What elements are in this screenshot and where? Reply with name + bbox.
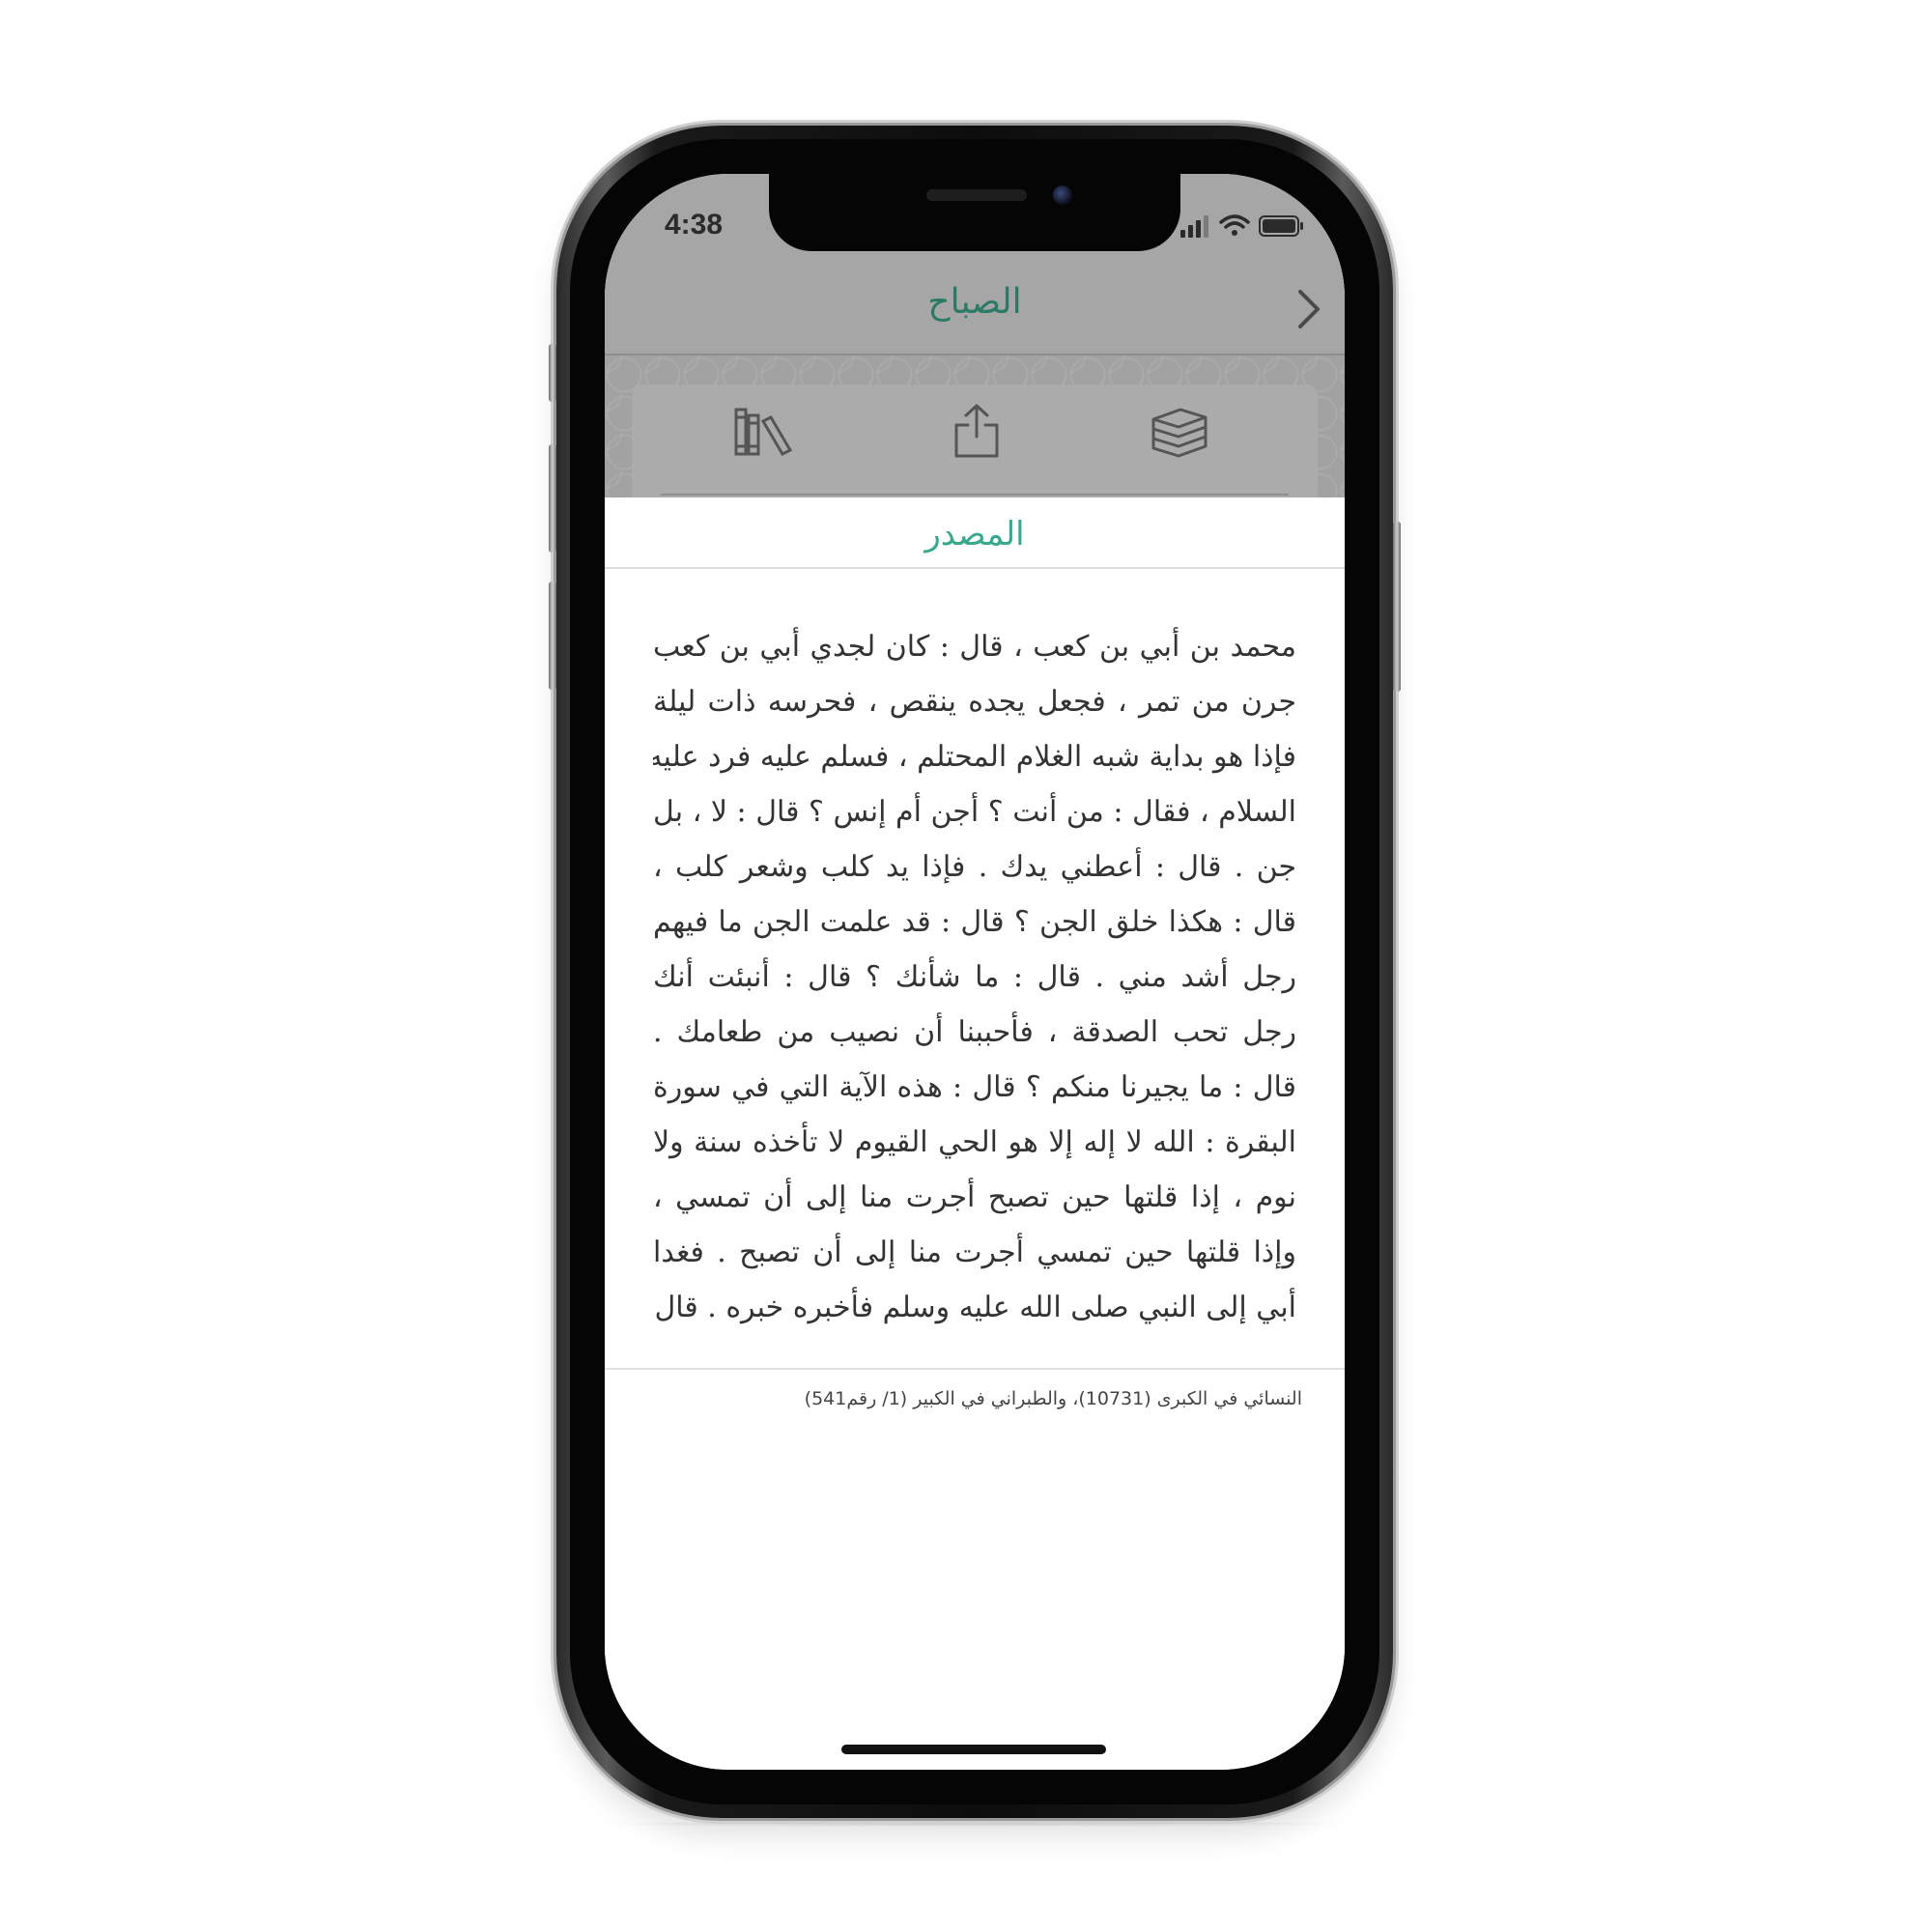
source-sheet: المصدر محمد بن أبي بن كعب ، قال : كان لج… <box>605 497 1345 1770</box>
source-text-line: وإذا قلتها حين تمسي أجرت منا إلى أن تصبح… <box>653 1236 1296 1269</box>
source-text-line: أبي إلى النبي صلى الله عليه وسلم فأخبره … <box>653 1291 1296 1324</box>
source-text-line: رجل تحب الصدقة ، فأحببنا أن نصيب من طعام… <box>653 1015 1296 1049</box>
silent-switch <box>549 344 556 402</box>
sheet-title-divider <box>605 567 1345 569</box>
source-text-line: نوم ، إذا قلتها حين تصبح أجرت منا إلى أن… <box>653 1180 1296 1214</box>
toolbar <box>632 384 1318 497</box>
source-text-line: السلام ، فقال : من أنت ؟ أجن أم إنس ؟ قا… <box>653 795 1296 829</box>
book-stack-icon[interactable] <box>1148 402 1211 460</box>
phone-screen: 4:38 الصباح المصدر محمد بن أبي بن كعب ، … <box>605 174 1345 1770</box>
source-text-scroll[interactable]: محمد بن أبي بن كعب ، قال : كان لجدي أبي … <box>653 619 1296 1350</box>
source-text-line: قال : ما يجيرنا منكم ؟ قال : هذه الآية ا… <box>653 1070 1296 1104</box>
share-icon[interactable] <box>945 402 1009 460</box>
nav-title: الصباح <box>927 282 1022 322</box>
power-button <box>1393 522 1401 692</box>
footer-divider <box>605 1368 1345 1370</box>
source-text-line: قال : هكذا خلق الجن ؟ قال : قد علمت الجن… <box>653 905 1296 939</box>
source-text-line: محمد بن أبي بن كعب ، قال : كان لجدي أبي … <box>653 630 1296 664</box>
home-indicator[interactable] <box>841 1745 1106 1754</box>
toolbar-divider <box>661 494 1289 496</box>
source-text-line: البقرة : الله لا إله إلا هو الحي القيوم … <box>653 1125 1296 1159</box>
source-text-line: رجل أشد مني . قال : ما شأنك ؟ قال : أنبئ… <box>653 960 1296 994</box>
chevron-right-icon[interactable] <box>1293 286 1327 332</box>
phone-shadow <box>570 1821 1378 1827</box>
volume-down-button <box>549 582 556 690</box>
phone-frame: 4:38 الصباح المصدر محمد بن أبي بن كعب ، … <box>549 126 1401 1818</box>
status-icons <box>1180 214 1303 238</box>
source-text-line: فإذا هو بداية شبه الغلام المحتلم ، فسلم … <box>653 740 1296 774</box>
source-reference: النسائي في الكبرى (10731)، والطبراني في … <box>804 1388 1302 1409</box>
source-text-line: جرن من تمر ، فجعل يجده ينقص ، فحرسه ذات … <box>653 685 1296 719</box>
notch <box>769 174 1180 251</box>
battery-icon <box>1259 215 1303 237</box>
status-time: 4:38 <box>665 209 724 241</box>
mockup-stage: 4:38 الصباح المصدر محمد بن أبي بن كعب ، … <box>0 0 1932 1932</box>
wifi-icon <box>1219 214 1250 236</box>
source-text-line: " صدق الخبيث " . {الله لا إله إلا هو الح… <box>653 1335 1296 1350</box>
books-icon[interactable] <box>732 402 796 460</box>
front-camera <box>1053 185 1072 205</box>
source-text-line: جن . قال : أعطني يدك . فإذا يد كلب وشعر … <box>653 850 1296 884</box>
speaker-grille <box>926 189 1027 201</box>
volume-up-button <box>549 444 556 553</box>
sheet-title: المصدر <box>924 515 1025 554</box>
cellular-signal-icon <box>1180 215 1208 238</box>
background-app: 4:38 الصباح <box>605 174 1345 497</box>
